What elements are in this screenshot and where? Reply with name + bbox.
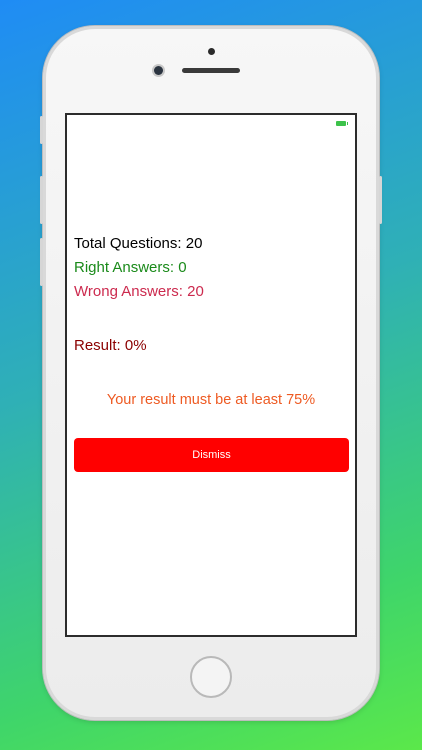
home-button[interactable] bbox=[190, 656, 232, 698]
volume-down-button bbox=[40, 238, 43, 286]
proximity-sensor bbox=[208, 48, 215, 55]
total-questions-text: Total Questions: 20 bbox=[74, 235, 203, 252]
front-camera bbox=[154, 66, 163, 75]
battery-icon bbox=[336, 121, 348, 126]
right-answers-text: Right Answers: 0 bbox=[74, 259, 187, 276]
phone-frame: Total Questions: 20 Right Answers: 0 Wro… bbox=[40, 26, 382, 720]
mute-switch bbox=[40, 116, 43, 144]
result-text: Result: 0% bbox=[74, 337, 147, 354]
earpiece-speaker bbox=[182, 68, 240, 73]
volume-up-button bbox=[40, 176, 43, 224]
dismiss-button[interactable]: Dismiss bbox=[74, 438, 349, 472]
wrong-answers-text: Wrong Answers: 20 bbox=[74, 283, 204, 300]
phone-screen: Total Questions: 20 Right Answers: 0 Wro… bbox=[65, 113, 357, 637]
power-button bbox=[379, 176, 382, 224]
requirement-message: Your result must be at least 75% bbox=[106, 392, 316, 408]
